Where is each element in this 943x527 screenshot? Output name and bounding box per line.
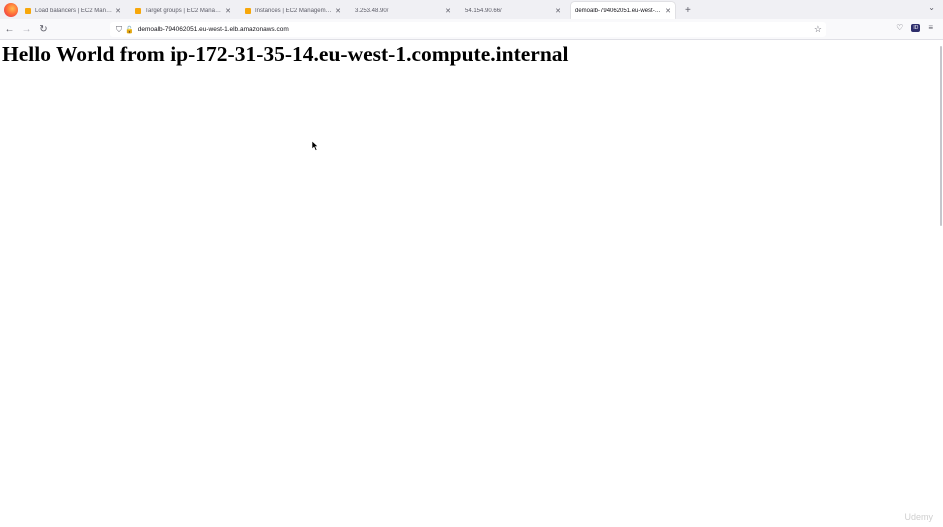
tab-title: 3.253.48.90/ (355, 7, 389, 14)
forward-button[interactable]: → (18, 24, 35, 35)
tab-favicon-icon (245, 7, 251, 14)
tab-close-icon[interactable]: ✕ (225, 7, 231, 15)
tab-favicon-icon (135, 7, 141, 14)
tab-bar: Load balancers | EC2 Managem ✕ Target grou… (0, 0, 943, 19)
tab-title: Target groups | EC2 Managem (145, 7, 224, 14)
insecure-lock-icon[interactable]: 🔓 (125, 26, 134, 34)
tab[interactable]: 3.253.48.90/ ✕ (351, 2, 455, 19)
tab-close-icon[interactable]: ✕ (115, 7, 121, 15)
tab-close-icon[interactable]: ✕ (665, 7, 671, 15)
pocket-icon[interactable]: ♡ (896, 23, 903, 32)
mouse-pointer-icon (312, 141, 319, 151)
reload-button[interactable]: ↻ (35, 24, 52, 35)
page-heading: Hello World from ip-172-31-35-14.eu-west… (2, 42, 569, 66)
tab-list-chevron-icon[interactable]: ⌄ (928, 3, 935, 12)
tab-close-icon[interactable]: ✕ (555, 7, 561, 15)
nav-bar: ← → ↻ ⛉ 🔓 demoalb-794062051.eu-west-1.el… (0, 19, 943, 40)
tab-strip: Load balancers | EC2 Managem ✕ Target grou… (21, 2, 681, 19)
tab[interactable]: Instances | EC2 Management Co✕ (241, 2, 345, 19)
tab-title: demoalb-794062051.eu-west-1.elb (575, 7, 664, 14)
page-content: Hello World from ip-172-31-35-14.eu-west… (0, 40, 943, 527)
toolbar-icons: ♡ ID ≡ (896, 23, 933, 32)
menu-icon[interactable]: ≡ (928, 23, 933, 32)
tab-title: Instances | EC2 Management Co (255, 7, 334, 14)
back-button[interactable]: ← (1, 24, 18, 35)
address-bar[interactable]: ⛉ 🔓 demoalb-794062051.eu-west-1.elb.amaz… (110, 22, 826, 37)
tab-favicon-icon (25, 7, 31, 14)
tab[interactable]: Load balancers | EC2 Managem ✕ (21, 2, 125, 19)
tracking-protection-shield-icon[interactable]: ⛉ (116, 25, 122, 35)
firefox-logo-icon (4, 3, 18, 17)
tab-title: 54.154.90.66/ (465, 7, 502, 14)
extension-icon[interactable]: ID (911, 23, 921, 32)
new-tab-button[interactable]: + (685, 5, 691, 16)
tab-title: Load balancers | EC2 Managem (35, 7, 114, 14)
bookmark-star-icon[interactable]: ☆ (814, 24, 822, 35)
vertical-scrollbar[interactable] (940, 46, 942, 226)
tab[interactable]: Target groups | EC2 Managem ✕ (131, 2, 235, 19)
tab-close-icon[interactable]: ✕ (335, 7, 341, 15)
tab[interactable]: 54.154.90.66/ ✕ (461, 2, 565, 19)
watermark-text: Udemy (904, 512, 933, 522)
tab-close-icon[interactable]: ✕ (445, 7, 451, 15)
tab-active[interactable]: demoalb-794062051.eu-west-1.elb ✕ (571, 2, 675, 19)
url-text[interactable]: demoalb-794062051.eu-west-1.elb.amazonaw… (138, 26, 814, 33)
